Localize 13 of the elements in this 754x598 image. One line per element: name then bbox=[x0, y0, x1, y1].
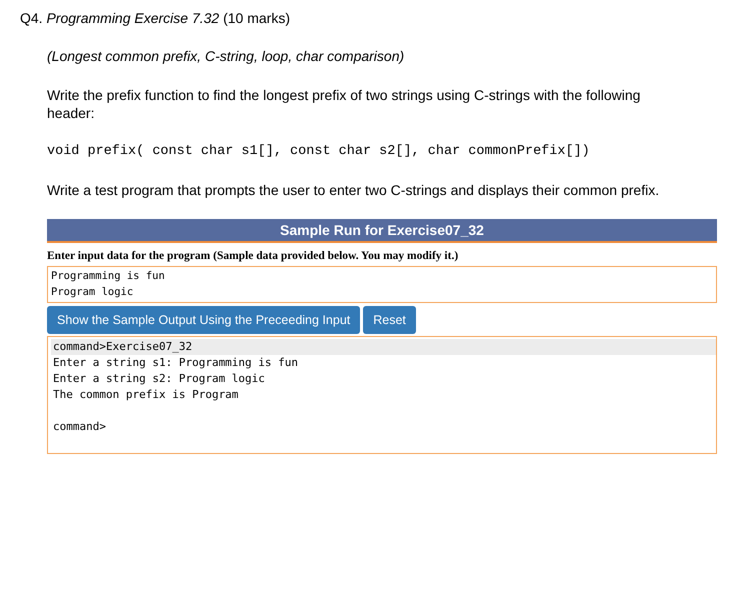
console-line: The common prefix is Program bbox=[52, 387, 240, 403]
console-line: Enter a string s2: Program logic bbox=[52, 371, 266, 387]
console-line: command> bbox=[52, 419, 107, 435]
instruction-text: Write the prefix function to find the longest prefix of two strings using C-strings with the following header: bbox=[47, 86, 642, 122]
task-text: Write a test program that prompts the user to enter two C-strings and displays their common prefix. bbox=[47, 181, 660, 199]
question-heading: Q4. Programming Exercise 7.32 (10 marks) bbox=[20, 10, 292, 26]
input-label: Enter input data for the program (Sample data provided below. You may modify it.) bbox=[47, 250, 460, 262]
topics-text: (Longest common prefix, C-string, loop, char comparison) bbox=[47, 48, 406, 64]
reset-button[interactable]: Reset bbox=[363, 306, 416, 334]
console-line: Enter a string s1: Programming is fun bbox=[52, 355, 300, 371]
function-signature: void prefix( const char s1[], const char s2[], char commonPrefix[]) bbox=[47, 144, 591, 159]
show-output-button[interactable]: Show the Sample Output Using the Preceeding Input bbox=[47, 306, 360, 334]
sample-run-title: Sample Run for Exercise07_32 bbox=[47, 219, 717, 243]
